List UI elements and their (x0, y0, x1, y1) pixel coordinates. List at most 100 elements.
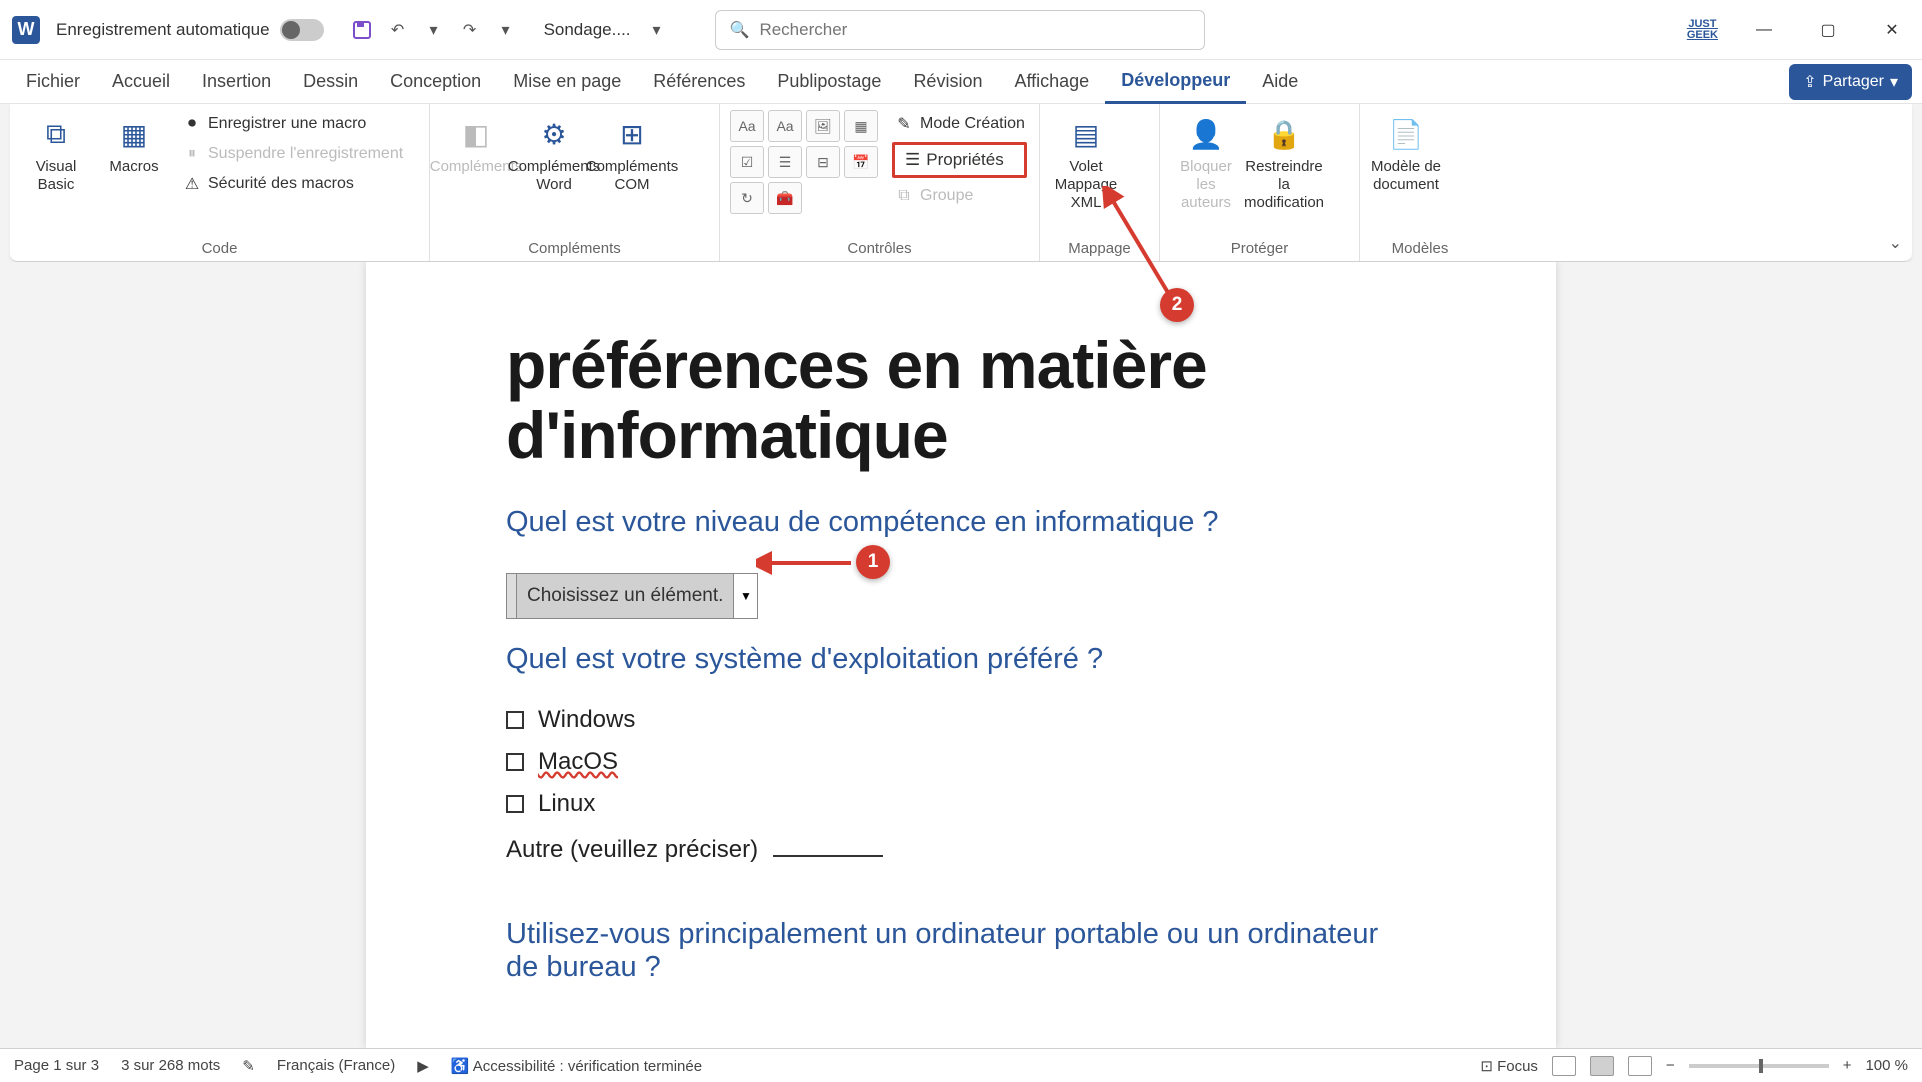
question-2: Quel est votre système d'exploitation pr… (506, 643, 1416, 676)
focus-mode-button[interactable]: ⊡ Focus (1480, 1057, 1538, 1075)
tab-revision[interactable]: Révision (897, 61, 998, 102)
share-icon: ⇪ (1803, 72, 1816, 92)
dropdown-content-control[interactable]: Choisissez un élément. ▼ (506, 573, 758, 619)
complements-com-button[interactable]: ⊞ Compléments COM (596, 110, 668, 194)
other-blank-line[interactable] (773, 855, 883, 857)
legacy-tools-icon[interactable]: 🧰 (768, 182, 802, 214)
minimize-button[interactable]: — (1746, 12, 1782, 48)
rich-text-control-icon[interactable]: Aa (730, 110, 764, 142)
zoom-in-button[interactable]: + (1843, 1057, 1852, 1074)
web-layout-button[interactable] (1628, 1056, 1652, 1076)
share-label: Partager (1823, 73, 1884, 91)
complements-button: ◧ Compléments (440, 110, 512, 176)
tab-mise-en-page[interactable]: Mise en page (497, 61, 637, 102)
building-block-control-icon[interactable]: ▦ (844, 110, 878, 142)
lock-icon: 🔒 (1264, 114, 1304, 154)
warning-icon: ⚠ (182, 174, 202, 194)
maximize-button[interactable]: ▢ (1810, 12, 1846, 48)
complements-word-button[interactable]: ⚙ Compléments Word (518, 110, 590, 194)
tab-insertion[interactable]: Insertion (186, 61, 287, 102)
visual-basic-button[interactable]: ⧉ Visual Basic (20, 110, 92, 194)
dropdown-control-icon[interactable]: ⊟ (806, 146, 840, 178)
save-button[interactable] (348, 16, 376, 44)
zoom-slider[interactable] (1689, 1064, 1829, 1068)
visual-basic-icon: ⧉ (36, 114, 76, 154)
checkbox-icon[interactable] (506, 753, 524, 771)
tab-conception[interactable]: Conception (374, 61, 497, 102)
document-page[interactable]: Sondage . Habitudes et préférences en ma… (366, 262, 1556, 1048)
design-mode-button[interactable]: ✎ Mode Création (892, 110, 1027, 138)
document-name[interactable]: Sondage.... (544, 20, 631, 40)
date-control-icon[interactable]: 📅 (844, 146, 878, 178)
pause-recording-button: ⏸ Suspendre l'enregistrement (180, 140, 405, 168)
picture-control-icon[interactable]: 🖼 (806, 110, 840, 142)
control-handle-icon[interactable] (507, 574, 517, 618)
tab-references[interactable]: Références (637, 61, 761, 102)
group-label-controles: Contrôles (730, 236, 1029, 257)
ribbon-collapse-icon[interactable]: ⌄ (1889, 233, 1902, 253)
macro-security-button[interactable]: ⚠ Sécurité des macros (180, 170, 405, 198)
template-icon: 📄 (1386, 114, 1426, 154)
checkbox-option-windows[interactable]: Windows (506, 706, 1416, 734)
autosave-toggle[interactable] (280, 19, 324, 41)
checkbox-icon[interactable] (506, 711, 524, 729)
other-option-line[interactable]: Autre (veuillez préciser) (506, 836, 1416, 864)
design-mode-icon: ✎ (894, 114, 914, 134)
chevron-down-icon: ▾ (1890, 72, 1898, 92)
pause-icon: ⏸ (182, 144, 202, 164)
spellcheck-icon[interactable]: ✎ (242, 1057, 255, 1075)
repeating-control-icon[interactable]: ↻ (730, 182, 764, 214)
tab-accueil[interactable]: Accueil (96, 61, 186, 102)
redo-button[interactable]: ↷ (456, 16, 484, 44)
macros-button[interactable]: ▦ Macros (98, 110, 170, 176)
search-icon: 🔍 (730, 20, 750, 40)
checkbox-control-icon[interactable]: ☑ (730, 146, 764, 178)
combobox-control-icon[interactable]: ☰ (768, 146, 802, 178)
checkbox-option-macos[interactable]: MacOS (506, 748, 1416, 776)
tab-developpeur[interactable]: Développeur (1105, 60, 1246, 104)
zoom-out-button[interactable]: − (1666, 1057, 1675, 1074)
word-count[interactable]: 3 sur 268 mots (121, 1057, 220, 1074)
tab-aide[interactable]: Aide (1246, 61, 1314, 102)
record-macro-button[interactable]: ⏺ Enregistrer une macro (180, 110, 405, 138)
ribbon-tabs: Fichier Accueil Insertion Dessin Concept… (0, 60, 1922, 104)
share-button[interactable]: ⇪ Partager ▾ (1789, 64, 1912, 100)
language-status[interactable]: Français (France) (277, 1057, 395, 1074)
dropdown-arrow-icon[interactable]: ▼ (733, 574, 757, 618)
focus-icon: ⊡ (1480, 1058, 1493, 1075)
undo-dropdown-icon[interactable]: ▾ (420, 16, 448, 44)
accessibility-icon: ♿ (451, 1058, 470, 1075)
com-icon: ⊞ (612, 114, 652, 154)
restrict-editing-button[interactable]: 🔒 Restreindre la modification (1248, 110, 1320, 212)
qat-customize-icon[interactable]: ▾ (492, 16, 520, 44)
document-template-button[interactable]: 📄 Modèle de document (1370, 110, 1442, 194)
zoom-level[interactable]: 100 % (1865, 1057, 1908, 1074)
brand-logo: JUST GEEK (1687, 19, 1718, 41)
plain-text-control-icon[interactable]: Aa (768, 110, 802, 142)
undo-button[interactable]: ↶ (384, 16, 412, 44)
search-input[interactable] (759, 20, 1189, 40)
macro-status-icon[interactable]: ▶ (417, 1057, 429, 1075)
close-button[interactable]: ✕ (1874, 12, 1910, 48)
document-area: Sondage . Habitudes et préférences en ma… (0, 262, 1922, 1048)
tab-fichier[interactable]: Fichier (10, 61, 96, 102)
read-mode-button[interactable] (1552, 1056, 1576, 1076)
question-3: Utilisez-vous principalement un ordinate… (506, 918, 1416, 984)
tab-affichage[interactable]: Affichage (998, 61, 1105, 102)
xml-mapping-icon: ▤ (1066, 114, 1106, 154)
control-gallery[interactable]: Aa Aa 🖼 ▦ ☑ ☰ ⊟ 📅 ↻ 🧰 (730, 110, 878, 214)
properties-button[interactable]: ☰ Propriétés (892, 142, 1027, 178)
page-info[interactable]: Page 1 sur 3 (14, 1057, 99, 1074)
tab-publipostage[interactable]: Publipostage (761, 61, 897, 102)
ribbon: ⧉ Visual Basic ▦ Macros ⏺ Enregistrer un… (10, 104, 1912, 262)
tab-dessin[interactable]: Dessin (287, 61, 374, 102)
gear-icon: ⚙ (534, 114, 574, 154)
dropdown-placeholder-text: Choisissez un élément. (517, 574, 733, 618)
group-icon: ⧉ (894, 186, 914, 206)
search-box[interactable]: 🔍 (715, 10, 1205, 50)
print-layout-button[interactable] (1590, 1056, 1614, 1076)
accessibility-status[interactable]: ♿ Accessibilité : vérification terminée (451, 1057, 702, 1075)
doc-name-dropdown-icon[interactable]: ▾ (643, 16, 671, 44)
checkbox-option-linux[interactable]: Linux (506, 790, 1416, 818)
checkbox-icon[interactable] (506, 795, 524, 813)
